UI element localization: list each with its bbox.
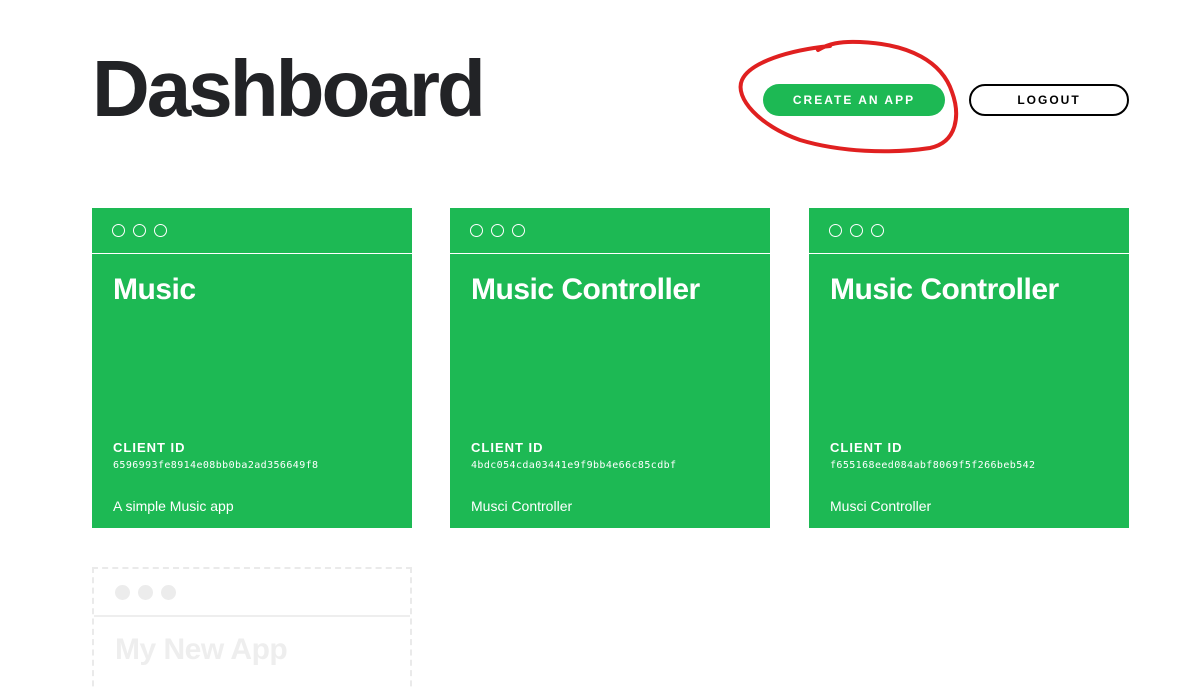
page-title: Dashboard — [92, 44, 486, 133]
logout-button[interactable]: LOGOUT — [969, 84, 1129, 116]
client-id-value: f655168eed084abf8069f5f266beb542 — [830, 460, 1036, 471]
app-card[interactable]: Music CLIENT ID 6596993fe8914e08bb0ba2ad… — [92, 208, 412, 528]
app-description: Musci Controller — [471, 498, 573, 514]
circle-icon — [871, 224, 884, 237]
app-card[interactable]: Music Controller CLIENT ID f655168eed084… — [809, 208, 1129, 528]
card-header — [450, 208, 770, 254]
card-header — [94, 569, 410, 617]
circle-icon — [491, 224, 504, 237]
app-name: Music — [113, 273, 196, 306]
circle-icon — [512, 224, 525, 237]
client-id-label: CLIENT ID — [830, 440, 903, 455]
new-app-card[interactable]: My New App — [92, 567, 412, 687]
circle-icon — [850, 224, 863, 237]
client-id-value: 4bdc054cda03441e9f9bb4e66c85cdbf — [471, 460, 677, 471]
circle-icon — [112, 224, 125, 237]
app-description: A simple Music app — [113, 498, 234, 514]
app-name: Music Controller — [471, 273, 700, 306]
client-id-label: CLIENT ID — [471, 440, 544, 455]
app-name: Music Controller — [830, 273, 1059, 306]
circle-icon — [133, 224, 146, 237]
create-app-button[interactable]: CREATE AN APP — [763, 84, 945, 116]
app-card[interactable]: Music Controller CLIENT ID 4bdc054cda034… — [450, 208, 770, 528]
circle-icon — [161, 584, 176, 600]
circle-icon — [154, 224, 167, 237]
client-id-value: 6596993fe8914e08bb0ba2ad356649f8 — [113, 460, 319, 471]
circle-icon — [470, 224, 483, 237]
app-description: Musci Controller — [830, 498, 932, 514]
card-header — [809, 208, 1129, 254]
circle-icon — [829, 224, 842, 237]
card-header — [92, 208, 412, 254]
circle-icon — [115, 584, 130, 600]
dashboard-page: Dashboard CREATE AN APP LOGOUT Music CLI… — [0, 0, 1200, 687]
circle-icon — [138, 584, 153, 600]
new-app-name: My New App — [115, 633, 288, 666]
client-id-label: CLIENT ID — [113, 440, 186, 455]
